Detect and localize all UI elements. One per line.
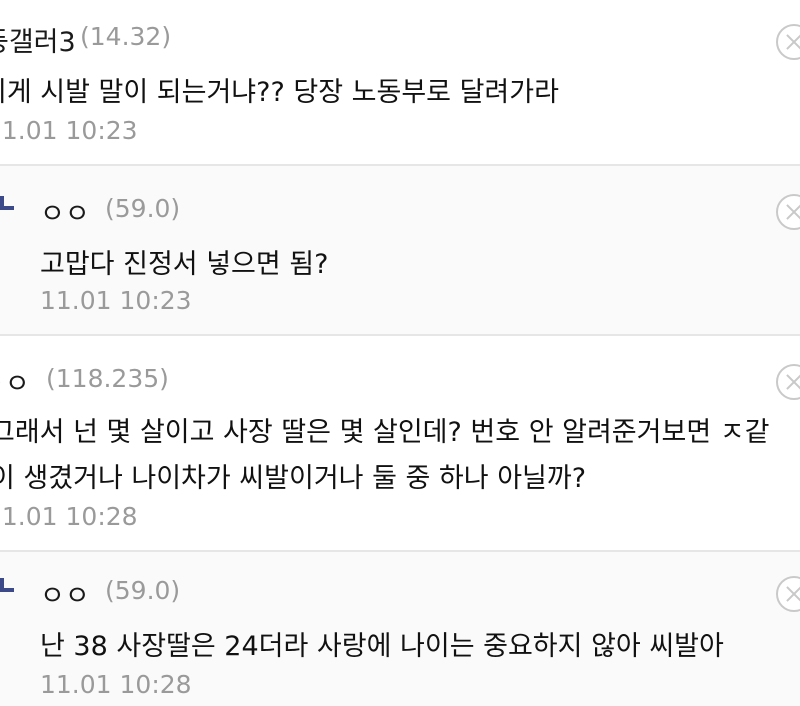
comment-nickname[interactable]: ㅇㅇ xyxy=(40,574,90,613)
reply-arrow-icon xyxy=(0,578,14,592)
comment-reply-item: ㅇㅇ (59.0) 고맙다 진정서 넣으면 됨? 11.01 10:23 xyxy=(0,166,800,334)
comment-text-line-2: 이 생겼거나 나이차가 씨발이거나 둘 중 하나 아닐까? xyxy=(0,463,587,494)
delete-comment-icon[interactable] xyxy=(776,364,800,400)
comment-timestamp: 11.01 10:28 xyxy=(0,502,138,531)
comment-timestamp: 11.01 10:23 xyxy=(0,116,138,145)
comment-text-line-1: 그래서 넌 몇 살이고 사장 딸은 몇 살인데? 번호 안 알려준거보면 ㅈ같 xyxy=(0,417,770,448)
comment-reply-item: ㅇㅇ (59.0) 난 38 사장딸은 24더라 사랑에 나이는 중요하지 않아… xyxy=(0,552,800,706)
comment-nickname[interactable]: ㅇㅇ xyxy=(40,192,90,231)
comment-ip: (14.32) xyxy=(80,22,172,51)
delete-comment-icon[interactable] xyxy=(776,24,800,60)
reply-arrow-icon xyxy=(0,196,14,210)
comment-nickname[interactable]: ㅇㅇ xyxy=(0,362,30,401)
comment-text: 난 38 사장딸은 24더라 사랑에 나이는 중요하지 않아 씨발아 xyxy=(40,631,724,662)
comment-nickname[interactable]: 등갤러3 xyxy=(0,20,76,59)
comment-timestamp: 11.01 10:23 xyxy=(40,286,192,315)
comment-text: 이게 시발 말이 되는거냐?? 당장 노동부로 달려가라 xyxy=(0,77,559,108)
comment-item: 등갤러3 (14.32) 이게 시발 말이 되는거냐?? 당장 노동부로 달려가… xyxy=(0,0,800,164)
comment-item: ㅇㅇ (118.235) 그래서 넌 몇 살이고 사장 딸은 몇 살인데? 번호… xyxy=(0,336,800,550)
comment-timestamp: 11.01 10:28 xyxy=(40,670,192,699)
comment-ip: (59.0) xyxy=(105,194,181,223)
delete-comment-icon[interactable] xyxy=(776,576,800,612)
comment-ip: (59.0) xyxy=(105,576,181,605)
delete-comment-icon[interactable] xyxy=(776,194,800,230)
comment-ip: (118.235) xyxy=(46,364,169,393)
comment-text: 고맙다 진정서 넣으면 됨? xyxy=(40,249,329,280)
